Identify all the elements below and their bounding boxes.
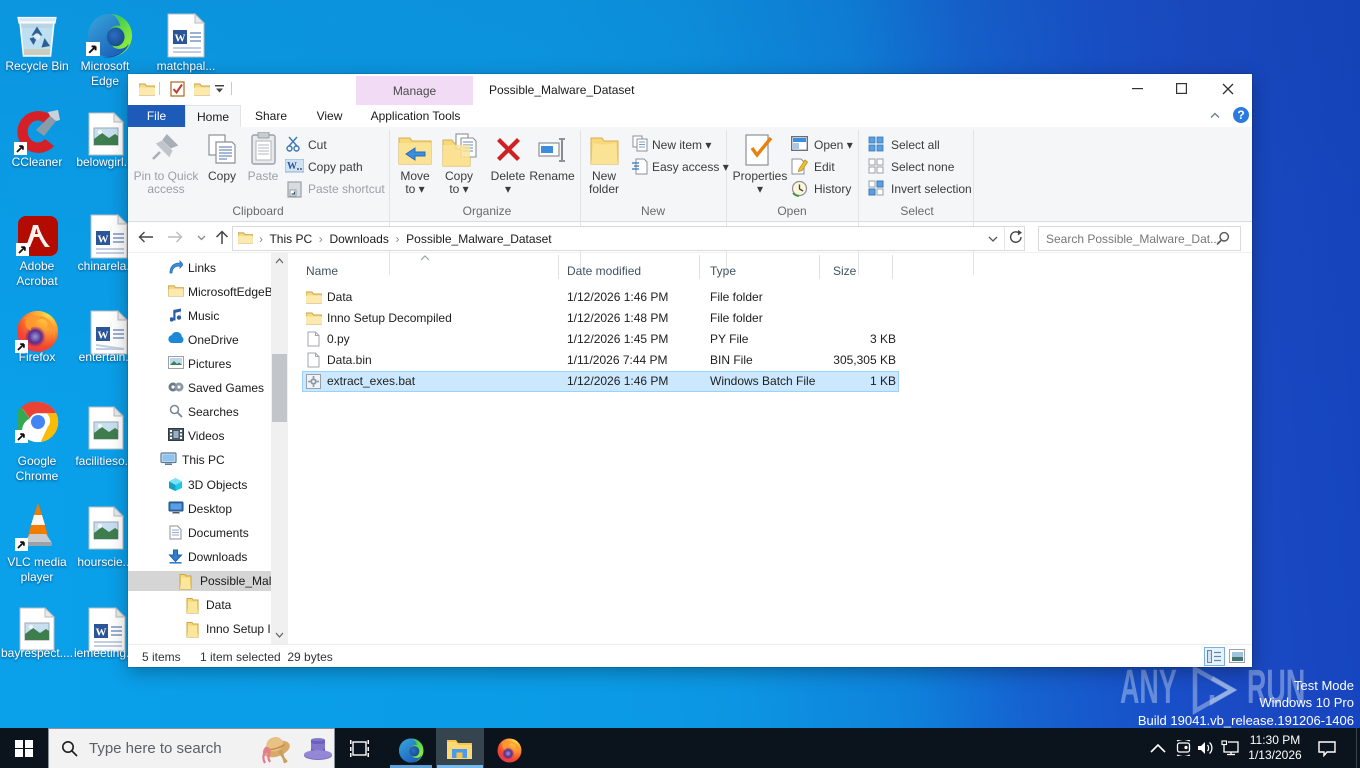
svg-text:W: W bbox=[96, 627, 107, 639]
svg-text:W: W bbox=[98, 234, 109, 246]
svg-text:W: W bbox=[175, 33, 186, 45]
svg-text:W: W bbox=[287, 161, 297, 172]
svg-text:W: W bbox=[98, 330, 109, 342]
